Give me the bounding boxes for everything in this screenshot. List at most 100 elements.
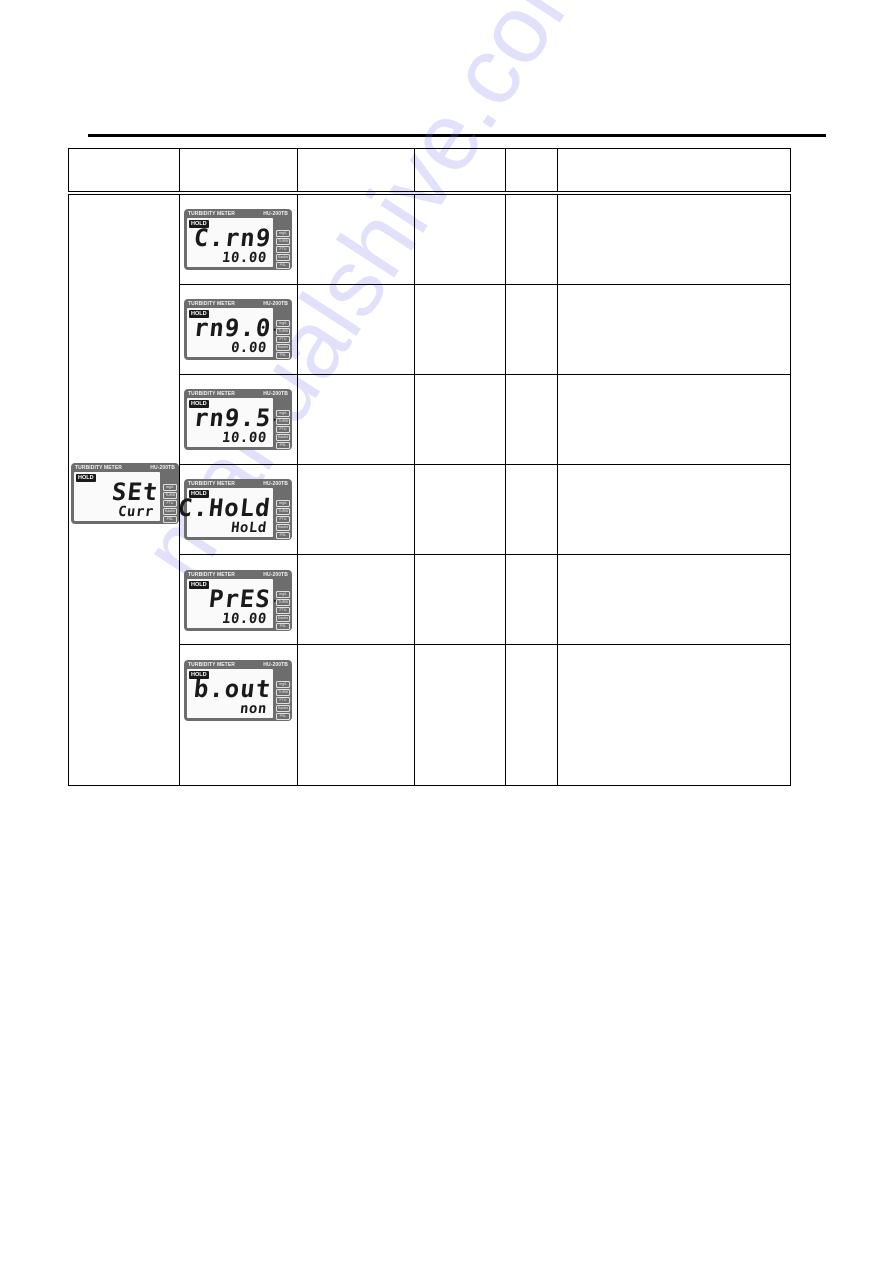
table-cell (557, 374, 791, 465)
header-cell (557, 148, 791, 195)
unit-label: PSL (276, 713, 290, 720)
display-cell: TURBIDITY METER HU-200TB HOLD PrES 10.00 ▸ mg/… (179, 554, 298, 645)
table-cell (414, 554, 506, 645)
unit-labels: mg/L TURB FTU Kaolin PSL (163, 484, 177, 523)
table-cell (505, 554, 558, 645)
table-cell (414, 284, 506, 375)
unit-label: PSL (276, 442, 290, 449)
lcd-screen: HOLD PrES 10.00 (187, 579, 273, 628)
table-cell (297, 374, 415, 465)
unit-label: PSL (163, 516, 177, 523)
table-cell (297, 464, 415, 555)
lcd-model-label: TURBIDITY METER (188, 572, 235, 578)
table-cell (505, 284, 558, 375)
table-cell (557, 644, 791, 786)
unit-label: TURB (276, 328, 290, 335)
unit-labels: mg/L TURB FTU Kaolin PSL (276, 500, 290, 539)
lcd-model-label: TURBIDITY METER (188, 481, 235, 487)
lcd-screen: HOLD rn9.5 10.00 (187, 398, 273, 447)
unit-label: FTU (276, 516, 290, 523)
unit-label: mg/L (276, 230, 290, 237)
lcd-model-label: TURBIDITY METER (188, 301, 235, 307)
unit-label: PSL (276, 623, 290, 630)
display-cell: TURBIDITY METER HU-200TB HOLD rn9.5 10.00 ▸ mg… (179, 374, 298, 465)
lcd-sub-reading: 10.00 (221, 611, 268, 627)
header-cell (505, 148, 558, 195)
display-cell: TURBIDITY METER HU-200TB HOLD C.rn9 10.00 mg/… (179, 192, 298, 285)
display-cell: TURBIDITY METER HU-200TB HOLD b.out non mg/L T… (179, 644, 298, 786)
table-cell (414, 464, 506, 555)
unit-label: PSL (276, 532, 290, 539)
lcd-main-reading: C.HoLd (176, 494, 273, 522)
unit-label: Kaolin (276, 254, 290, 261)
lcd-display: TURBIDITY METER HU-200TB HOLD PrES 10.00 ▸ mg/… (184, 570, 292, 631)
header-cell (68, 148, 180, 195)
table-cell (414, 192, 506, 285)
lcd-header: TURBIDITY METER HU-200TB (188, 661, 288, 669)
lcd-header: TURBIDITY METER HU-200TB (188, 480, 288, 488)
lcd-model-code: HU-200TB (263, 572, 288, 578)
unit-label: TURB (276, 508, 290, 515)
lcd-display: TURBIDITY METER HU-200TB HOLD C.rn9 10.00 mg/… (184, 209, 292, 270)
unit-label: FTU (276, 426, 290, 433)
lcd-model-code: HU-200TB (263, 481, 288, 487)
unit-label: TURB (276, 418, 290, 425)
lcd-main-reading: SEt (110, 478, 160, 506)
lcd-main-reading: rn9.0 (192, 314, 273, 342)
lcd-header: TURBIDITY METER HU-200TB (188, 571, 288, 579)
header-cell (414, 148, 506, 195)
table-cell (297, 644, 415, 786)
lcd-screen: HOLD b.out non (187, 669, 273, 718)
lcd-sub-reading: non (239, 701, 268, 717)
lcd-display: TURBIDITY METER HU-200TB HOLD rn9.5 10.00 ▸ mg… (184, 389, 292, 450)
lcd-sub-reading: 0.00 (230, 340, 268, 356)
table-cell (297, 554, 415, 645)
unit-labels: mg/L TURB FTU Kaolin PSL (276, 320, 290, 359)
table-cell (505, 374, 558, 465)
unit-label: Kaolin (276, 705, 290, 712)
lcd-display: TURBIDITY METER HU-200TB HOLD b.out non mg/L T… (184, 660, 292, 721)
lcd-model-code: HU-200TB (150, 465, 175, 471)
header-cell (179, 148, 298, 195)
lcd-display-main-menu: TURBIDITY METER HU-200TB HOLD SEt Curr mg/L TU… (71, 463, 179, 524)
table-cell (557, 192, 791, 285)
unit-label: FTU (276, 336, 290, 343)
lcd-model-label: TURBIDITY METER (188, 211, 235, 217)
lcd-model-code: HU-200TB (263, 391, 288, 397)
table-cell (297, 192, 415, 285)
unit-label: Kaolin (163, 508, 177, 515)
header-cell (297, 148, 415, 195)
lcd-model-code: HU-200TB (263, 301, 288, 307)
lcd-model-label: TURBIDITY METER (75, 465, 122, 471)
hold-indicator: HOLD (76, 474, 96, 482)
lcd-header: TURBIDITY METER HU-200TB (188, 300, 288, 308)
lcd-header: TURBIDITY METER HU-200TB (188, 210, 288, 218)
lcd-screen: HOLD C.HoLd HoLd (177, 488, 273, 537)
table-row: TURBIDITY METER HU-200TB HOLD SEt Curr mg/L TU… (68, 192, 791, 786)
unit-label: TURB (276, 689, 290, 696)
lcd-main-reading: C.rn9 (192, 224, 273, 252)
unit-label: Kaolin (276, 524, 290, 531)
unit-label: mg/L (276, 591, 290, 598)
table-cell (505, 192, 558, 285)
lcd-main-reading: PrES (207, 585, 273, 613)
lcd-model-code: HU-200TB (263, 211, 288, 217)
unit-label: mg/L (276, 681, 290, 688)
unit-label: PSL (276, 262, 290, 269)
lcd-sub-reading: 10.00 (221, 430, 268, 446)
unit-labels: mg/L TURB FTU Kaolin PSL (276, 410, 290, 449)
unit-label: Kaolin (276, 344, 290, 351)
unit-label: TURB (276, 238, 290, 245)
table-header-row (68, 148, 791, 195)
unit-label: FTU (276, 246, 290, 253)
table-cell (297, 284, 415, 375)
unit-label: mg/L (276, 320, 290, 327)
unit-labels: mg/L TURB FTU Kaolin PSL (276, 591, 290, 630)
unit-label: Kaolin (276, 434, 290, 441)
lcd-screen: HOLD C.rn9 10.00 (187, 218, 273, 267)
lcd-sub-reading: Curr (117, 504, 155, 520)
display-cell: TURBIDITY METER HU-200TB HOLD C.HoLd HoLd mg/… (177, 464, 298, 555)
table-cell (557, 554, 791, 645)
lcd-header: TURBIDITY METER HU-200TB (188, 390, 288, 398)
display-cell: TURBIDITY METER HU-200TB HOLD rn9.0 0.00 ▸ mg/… (179, 284, 298, 375)
